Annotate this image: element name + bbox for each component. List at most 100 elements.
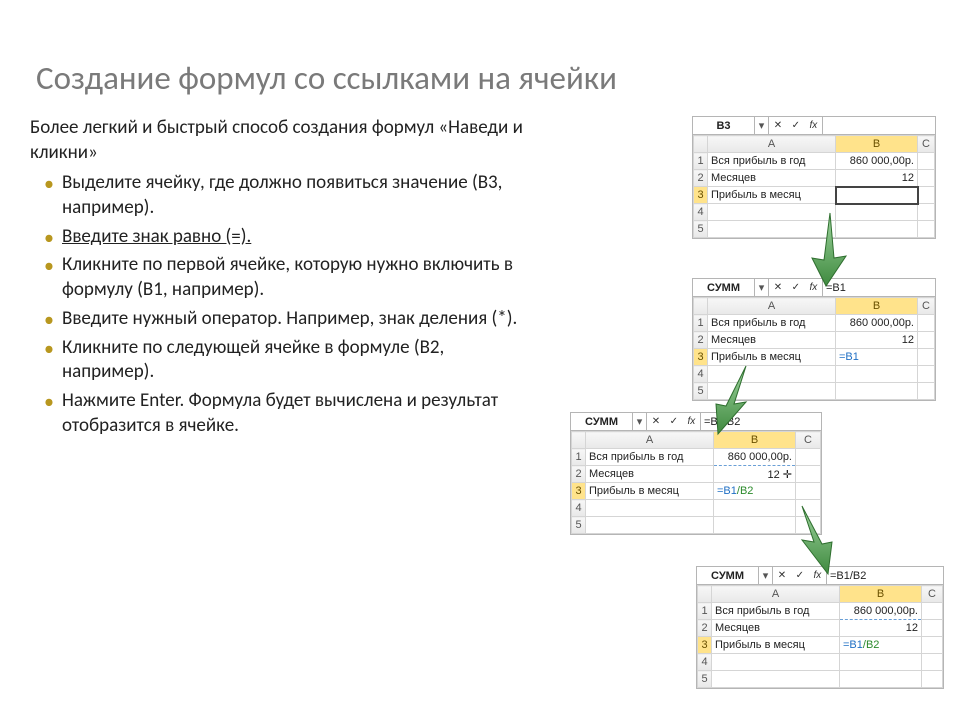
enter-icon[interactable]: ✓ [792,282,800,293]
name-box[interactable]: СУММ [571,413,633,430]
col-header-A[interactable]: A [712,586,840,603]
cancel-icon[interactable]: ✕ [774,120,782,131]
cell-C3[interactable] [796,483,821,500]
row-header-1[interactable]: 1 [572,449,586,466]
enter-icon[interactable]: ✓ [792,120,800,131]
row-header-3[interactable]: 3 [698,637,712,654]
cell-A2[interactable]: Месяцев [708,332,836,349]
formula-bar[interactable]: =B1/B2 [827,567,943,584]
excel-snippet-2: СУММ ▾ ✕ ✓ fx =B1 A B C 1 Вся прибыль в … [692,278,936,401]
cell-A2[interactable]: Месяцев [708,170,836,187]
enter-icon[interactable]: ✓ [796,570,804,581]
cell-A1[interactable]: Вся прибыль в год [708,153,836,170]
cell-B3[interactable]: =B1 [836,349,918,366]
row-header-2[interactable]: 2 [694,170,708,187]
formula-bar[interactable]: =B1/B2 [701,413,821,430]
row-header-5[interactable]: 5 [694,383,708,400]
col-header-A[interactable]: A [708,136,836,153]
cell-C1[interactable] [918,315,935,332]
namebox-dropdown-icon[interactable]: ▾ [633,413,647,430]
col-header-B[interactable]: B [836,136,918,153]
bullet-2: Введите знак равно (=). [48,225,540,250]
row-header-5[interactable]: 5 [698,671,712,688]
cell-B2[interactable]: 12 [836,170,918,187]
bullet-1: Выделите ячейку, где должно появиться зн… [48,171,540,220]
cell-C2[interactable] [918,170,935,187]
enter-icon[interactable]: ✓ [670,416,678,427]
row-header-4[interactable]: 4 [694,204,708,221]
name-box[interactable]: B3 [693,117,755,134]
bullet-5: Кликните по следующей ячейке в формуле (… [48,336,540,385]
col-header-A[interactable]: A [586,432,714,449]
formula-bar[interactable]: =B1 [823,279,935,296]
cell-C1[interactable] [918,153,935,170]
namebox-dropdown-icon[interactable]: ▾ [755,279,769,296]
cell-A2[interactable]: Месяцев [712,620,840,637]
row-header-1[interactable]: 1 [698,603,712,620]
cell-B1[interactable]: 860 000,00р. [836,315,918,332]
col-header-A[interactable]: A [708,298,836,315]
cell-C2[interactable] [796,466,821,483]
cell-B2[interactable]: 12 [836,332,918,349]
cancel-icon[interactable]: ✕ [652,416,660,427]
cell-C3[interactable] [918,187,935,204]
row-header-4[interactable]: 4 [698,654,712,671]
cell-A3[interactable]: Прибыль в месяц [708,187,836,204]
col-header-C[interactable]: C [796,432,821,449]
fx-icon[interactable]: fx [813,570,821,581]
cell-A3[interactable]: Прибыль в месяц [586,483,714,500]
formula-bar[interactable] [823,117,935,134]
cell-A1[interactable]: Вся прибыль в год [708,315,836,332]
row-header-2[interactable]: 2 [572,466,586,483]
row-header-5[interactable]: 5 [694,221,708,238]
cell-A3[interactable]: Прибыль в месяц [712,637,840,654]
excel-snippet-4: СУММ ▾ ✕ ✓ fx =B1/B2 A B C 1 Вся прибыль… [696,566,944,689]
cell-C3[interactable] [922,637,943,654]
cell-B1[interactable]: 860 000,00р. [836,153,918,170]
row-header-3[interactable]: 3 [572,483,586,500]
col-header-C[interactable]: C [922,586,943,603]
row-header-3[interactable]: 3 [694,349,708,366]
cell-C2[interactable] [918,332,935,349]
row-header-2[interactable]: 2 [694,332,708,349]
row-header-5[interactable]: 5 [572,517,586,534]
cell-B1[interactable]: 860 000,00р. [714,449,796,466]
cell-A1[interactable]: Вся прибыль в год [586,449,714,466]
fx-icon[interactable]: fx [809,120,817,131]
cell-A1[interactable]: Вся прибыль в год [712,603,840,620]
row-header-3[interactable]: 3 [694,187,708,204]
fx-icon[interactable]: fx [809,282,817,293]
cell-C2[interactable] [922,620,943,637]
cell-C1[interactable] [922,603,943,620]
col-header-B[interactable]: B [840,586,922,603]
cancel-icon[interactable]: ✕ [778,570,786,581]
row-header-1[interactable]: 1 [694,315,708,332]
cancel-icon[interactable]: ✕ [774,282,782,293]
cell-B2[interactable]: 12 ✛ [714,466,796,483]
bullet-4: Введите нужный оператор. Например, знак … [48,307,540,332]
cell-A2[interactable]: Месяцев [586,466,714,483]
row-header-1[interactable]: 1 [694,153,708,170]
namebox-dropdown-icon[interactable]: ▾ [759,567,773,584]
namebox-dropdown-icon[interactable]: ▾ [755,117,769,134]
col-header-B[interactable]: B [836,298,918,315]
cell-A3[interactable]: Прибыль в месяц [708,349,836,366]
row-header-4[interactable]: 4 [694,366,708,383]
name-box[interactable]: СУММ [697,567,759,584]
excel-snippet-3: СУММ ▾ ✕ ✓ fx =B1/B2 A B C 1 Вся прибыль… [570,412,822,535]
bullet-3: Кликните по первой ячейке, которую нужно… [48,253,540,302]
cell-B2[interactable]: 12 [840,620,922,637]
cell-C3[interactable] [918,349,935,366]
row-header-4[interactable]: 4 [572,500,586,517]
row-header-2[interactable]: 2 [698,620,712,637]
cell-B1[interactable]: 860 000,00р. [840,603,922,620]
cell-B3[interactable]: =B1/B2 [714,483,796,500]
col-header-B[interactable]: B [714,432,796,449]
name-box[interactable]: СУММ [693,279,755,296]
col-header-C[interactable]: C [918,298,935,315]
fx-icon[interactable]: fx [687,416,695,427]
cell-B3[interactable] [836,187,918,204]
cell-C1[interactable] [796,449,821,466]
col-header-C[interactable]: C [918,136,935,153]
cell-B3[interactable]: =B1/B2 [840,637,922,654]
